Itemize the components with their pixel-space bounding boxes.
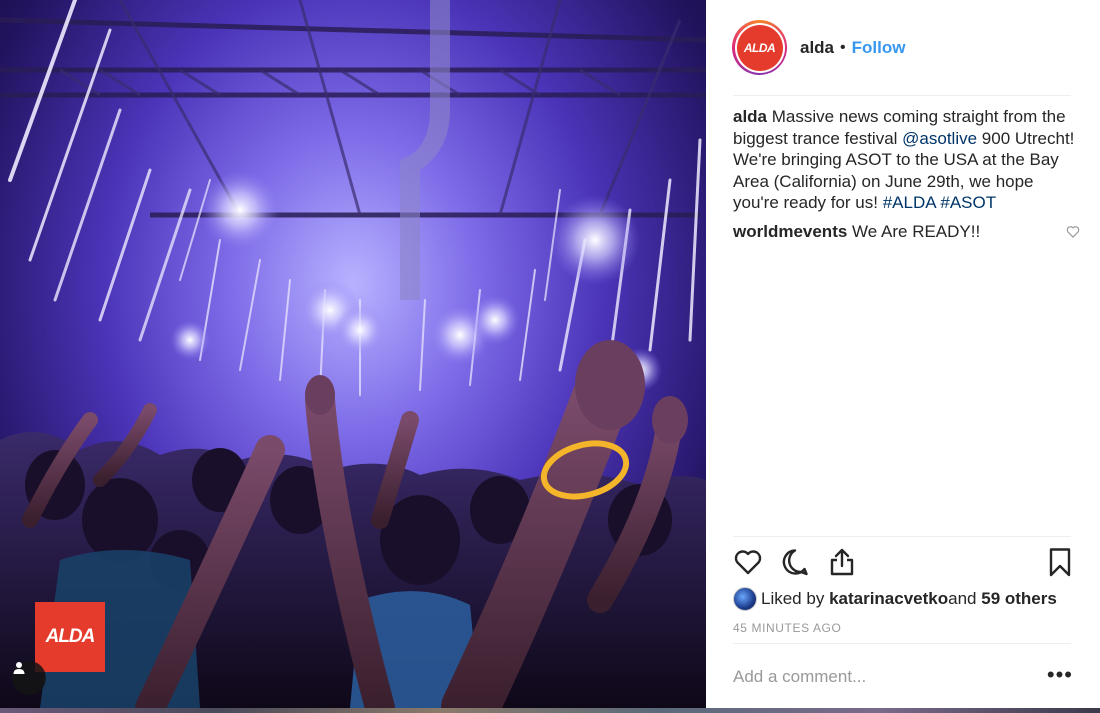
post-side-panel: ALDA alda • Follow alda Massive news com… — [706, 0, 1100, 708]
add-comment-bar: ••• — [733, 664, 1073, 690]
post-photo[interactable]: ALDA — [0, 0, 706, 708]
actions-divider — [733, 536, 1071, 537]
hashtag-asot[interactable]: #ASOT — [940, 193, 996, 212]
add-comment-input[interactable] — [733, 667, 1023, 687]
post-caption: alda Massive news coming straight from t… — [733, 106, 1078, 214]
caption-author[interactable]: alda — [733, 107, 767, 126]
person-icon — [13, 662, 25, 674]
comment-author[interactable]: worldmevents — [733, 222, 847, 241]
header-divider — [733, 95, 1071, 96]
likes-others-link[interactable]: 59 others — [981, 589, 1057, 609]
comments-section: alda Massive news coming straight from t… — [733, 106, 1080, 242]
account-handle[interactable]: alda — [800, 38, 834, 58]
comment-box-divider — [733, 643, 1071, 644]
bookmark-icon[interactable] — [1045, 547, 1075, 577]
more-options-button[interactable]: ••• — [1047, 664, 1073, 686]
share-icon[interactable] — [827, 547, 857, 577]
post-actions-bar — [733, 545, 1073, 581]
post-header: ALDA alda • Follow — [706, 0, 1100, 95]
window-bottom-strip — [0, 708, 1100, 713]
account-avatar[interactable]: ALDA — [732, 20, 787, 75]
comment-text: We Are READY!! — [847, 221, 981, 241]
avatar-logo: ALDA — [736, 24, 783, 71]
comment-icon[interactable] — [780, 547, 810, 577]
caption-mention[interactable]: @asotlive — [902, 129, 977, 148]
avatar-ring: ALDA — [734, 22, 785, 73]
photo-brand-logo: ALDA — [35, 602, 105, 672]
header-separator: • — [840, 38, 846, 56]
likes-prefix: Liked by — [761, 589, 825, 608]
liker-avatar[interactable] — [733, 587, 757, 611]
tagged-users-button[interactable] — [12, 661, 46, 695]
likes-middle: and — [948, 589, 977, 608]
follow-button[interactable]: Follow — [852, 38, 906, 58]
avatar-logo-text: ALDA — [743, 40, 776, 55]
comment-like-heart-icon[interactable] — [1066, 225, 1080, 238]
photo-logo-text: ALDA — [45, 626, 96, 647]
likes-summary: Liked by katarinacvetko and 59 others — [733, 586, 1057, 612]
comment-item: worldmevents We Are READY!! — [733, 221, 1080, 242]
heart-icon[interactable] — [733, 547, 763, 577]
liker-username[interactable]: katarinacvetko — [829, 589, 948, 609]
post-timestamp[interactable]: 45 MINUTES AGO — [733, 621, 841, 635]
concert-scene — [0, 0, 706, 708]
hashtag-alda[interactable]: #ALDA — [883, 193, 936, 212]
